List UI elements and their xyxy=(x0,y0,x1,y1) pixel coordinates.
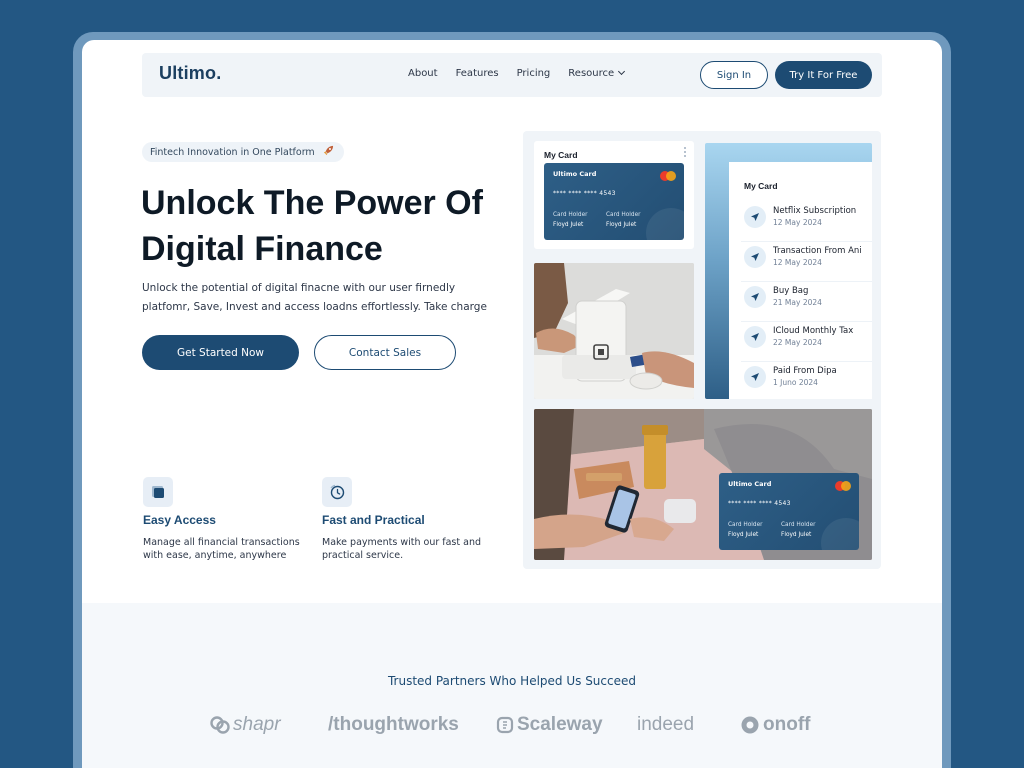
bank-card[interactable]: Ultimo Card **** **** **** 4543 Card Hol… xyxy=(544,163,684,240)
card-holder-name: Floyd Julet xyxy=(553,222,584,228)
partner-name: /thoughtworks xyxy=(328,714,459,735)
feature-title: Fast and Practical xyxy=(322,513,425,527)
transactions-panel: My Card Netflix Subscription 12 May 2024… xyxy=(705,143,872,399)
nav-link-resource-label: Resource xyxy=(568,68,615,79)
transaction-name: Paid From Dipa xyxy=(773,366,837,376)
transaction-name: Netflix Subscription xyxy=(773,206,857,216)
transaction-item[interactable]: Buy Bag 21 May 2024 xyxy=(741,282,872,322)
rocket-icon xyxy=(323,145,334,159)
hero-title-line2: Digital Finance xyxy=(141,230,383,268)
card-holder-2: Card Holder Floyd Julet xyxy=(781,520,816,540)
partner-logo-thoughtworks: /thoughtworks xyxy=(328,714,459,736)
mastercard-icon xyxy=(835,481,851,491)
send-icon xyxy=(744,246,766,268)
mastercard-icon xyxy=(660,171,676,181)
card-name: Ultimo Card xyxy=(728,480,772,488)
card-holder-name: Floyd Julet xyxy=(781,532,812,538)
browser-page: Ultimo. About Features Pricing Resource … xyxy=(82,40,942,768)
partner-logo-onoff: onoff xyxy=(740,714,810,736)
send-icon xyxy=(744,206,766,228)
feature-desc: Make payments with our fast and practica… xyxy=(322,537,481,561)
card-holder-name: Floyd Julet xyxy=(728,532,759,538)
sign-in-button[interactable]: Sign In xyxy=(700,61,768,89)
partner-name: Scaleway xyxy=(517,714,603,735)
card-holder-1: Card Holder Floyd Julet xyxy=(728,520,763,540)
transactions-list: My Card Netflix Subscription 12 May 2024… xyxy=(729,162,872,399)
card-name: Ultimo Card xyxy=(553,170,597,178)
card-decoration xyxy=(821,518,859,550)
transaction-name: ICloud Monthly Tax xyxy=(773,326,854,336)
feature-fast-practical: Fast and Practical Make payments with ou… xyxy=(322,477,492,562)
card-number: **** **** **** 4543 xyxy=(553,190,616,197)
partner-logo-shapr: shapr xyxy=(210,714,281,736)
nav-link-pricing[interactable]: Pricing xyxy=(517,68,551,79)
hero-subtitle: Unlock the potential of digital finacne … xyxy=(142,282,487,313)
clock-icon xyxy=(322,477,352,507)
feature-easy-access: Easy Access Manage all financial transac… xyxy=(143,477,313,562)
send-icon xyxy=(744,366,766,388)
hero-badge-label: Fintech Innovation in One Platform xyxy=(150,146,315,158)
scaleway-icon xyxy=(496,716,514,734)
pos-terminal-photo xyxy=(534,263,694,399)
partners-title: Trusted Partners Who Helped Us Succeed xyxy=(387,674,636,688)
partner-logo-indeed: indeed xyxy=(637,714,694,736)
my-card-title: My Card xyxy=(544,150,578,160)
get-started-button[interactable]: Get Started Now xyxy=(142,335,299,370)
card-holder-name: Floyd Julet xyxy=(606,222,637,228)
transaction-date: 1 Juno 2024 xyxy=(773,378,818,387)
transaction-name: Transaction From Ani xyxy=(773,246,862,256)
partners-section: Trusted Partners Who Helped Us Succeed s… xyxy=(82,603,942,768)
top-navbar: Ultimo. About Features Pricing Resource … xyxy=(142,53,882,97)
card-holder-label: Card Holder xyxy=(606,212,641,218)
card-holder-label: Card Holder xyxy=(781,522,816,528)
send-icon xyxy=(744,286,766,308)
transaction-item[interactable]: ICloud Monthly Tax 22 May 2024 xyxy=(741,322,872,362)
transaction-date: 12 May 2024 xyxy=(773,218,822,227)
transaction-name: Buy Bag xyxy=(773,286,809,296)
send-icon xyxy=(744,326,766,348)
transaction-item[interactable]: Paid From Dipa 1 Juno 2024 xyxy=(744,362,872,402)
shapr-icon xyxy=(210,716,230,734)
nav-link-features[interactable]: Features xyxy=(456,68,499,79)
partner-name: indeed xyxy=(637,714,695,735)
card-decoration xyxy=(646,208,684,240)
brand-logo[interactable]: Ultimo. xyxy=(159,63,221,84)
partner-name: shapr xyxy=(233,714,281,735)
card-holder-2: Card Holder Floyd Julet xyxy=(606,210,641,230)
transaction-item[interactable]: Transaction From Ani 12 May 2024 xyxy=(741,242,872,282)
transaction-date: 22 May 2024 xyxy=(773,338,822,347)
try-free-button[interactable]: Try It For Free xyxy=(775,61,872,89)
card-number: **** **** **** 4543 xyxy=(728,500,791,507)
feature-title: Easy Access xyxy=(143,513,216,527)
more-options-icon[interactable] xyxy=(684,147,686,159)
transaction-date: 21 May 2024 xyxy=(773,298,822,307)
chevron-down-icon xyxy=(618,67,626,76)
nav-link-about[interactable]: About xyxy=(408,68,438,79)
hero-title: Unlock The Power Of Digital Finance xyxy=(141,180,521,272)
hero-badge: Fintech Innovation in One Platform xyxy=(142,142,344,162)
my-card-widget: My Card Ultimo Card **** **** **** 4543 … xyxy=(534,141,694,249)
hero-title-line1: Unlock The Power Of xyxy=(141,184,483,222)
nav-links: About Features Pricing Resource xyxy=(408,67,642,79)
contact-sales-button[interactable]: Contact Sales xyxy=(314,335,456,370)
transaction-item[interactable]: Netflix Subscription 12 May 2024 xyxy=(741,202,872,242)
nav-link-resource[interactable]: Resource xyxy=(568,67,626,79)
transactions-title: My Card xyxy=(744,181,778,191)
feature-desc: Manage all financial transactions with e… xyxy=(143,537,300,561)
layers-icon xyxy=(143,477,173,507)
card-holder-label: Card Holder xyxy=(553,212,588,218)
card-holder-label: Card Holder xyxy=(728,522,763,528)
partner-logo-scaleway: Scaleway xyxy=(496,714,603,736)
partner-name: onoff xyxy=(763,714,811,735)
transaction-date: 12 May 2024 xyxy=(773,258,822,267)
overlay-bank-card[interactable]: Ultimo Card **** **** **** 4543 Card Hol… xyxy=(719,473,859,550)
hero-showcase: My Card Ultimo Card **** **** **** 4543 … xyxy=(523,131,881,569)
onoff-icon xyxy=(741,716,759,734)
card-holder-1: Card Holder Floyd Julet xyxy=(553,210,588,230)
